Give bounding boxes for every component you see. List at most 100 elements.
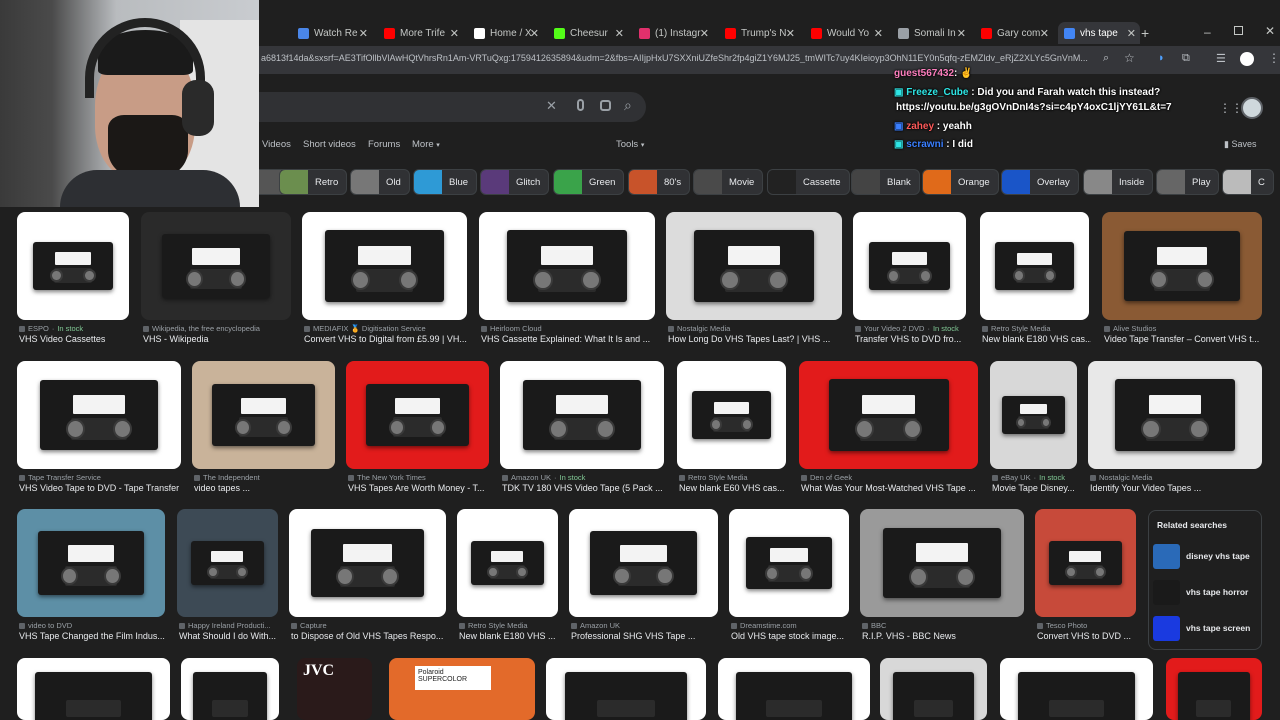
url-input[interactable]: a6813f14da&sxsrf=AE3TifOllbVlAwHQtVhrsRn… bbox=[261, 53, 1101, 63]
image-result[interactable]: JVC bbox=[297, 658, 372, 720]
profile-avatar[interactable] bbox=[1240, 52, 1254, 66]
close-tab-icon[interactable]: ✕ bbox=[359, 27, 368, 40]
result-title[interactable]: New blank E180 VHS cas... bbox=[982, 334, 1091, 344]
account-avatar[interactable] bbox=[1241, 97, 1263, 119]
tab-4[interactable]: (1) Instagr ✕ bbox=[633, 22, 713, 44]
image-result[interactable]: The New York Times VHS Tapes Are Worth Mo… bbox=[346, 361, 489, 505]
result-thumbnail[interactable] bbox=[666, 212, 842, 320]
result-thumbnail[interactable] bbox=[860, 509, 1024, 617]
browser-menu-icon[interactable]: ⋮ bbox=[1268, 51, 1280, 65]
result-title[interactable]: Convert VHS to DVD ... bbox=[1037, 631, 1138, 641]
result-thumbnail[interactable] bbox=[479, 212, 655, 320]
filter-chip-orange[interactable]: Orange bbox=[922, 169, 999, 195]
close-tab-icon[interactable]: ✕ bbox=[450, 27, 459, 40]
image-result[interactable]: Dreamstime.com Old VHS tape stock image..… bbox=[729, 509, 849, 653]
extension-icon[interactable]: ◗ bbox=[1158, 52, 1165, 64]
minimize-button[interactable]: – bbox=[1204, 25, 1211, 39]
clear-search-icon[interactable]: ✕ bbox=[546, 98, 557, 114]
result-title[interactable]: to Dispose of Old VHS Tapes Respo... bbox=[291, 631, 448, 641]
result-title[interactable]: Old VHS tape stock image... bbox=[731, 631, 851, 641]
tab-forums[interactable]: Forums bbox=[368, 139, 400, 150]
result-thumbnail[interactable] bbox=[17, 212, 129, 320]
result-thumbnail[interactable] bbox=[1035, 509, 1136, 617]
tab-7[interactable]: Somali In ✕ bbox=[892, 22, 970, 44]
image-result[interactable]: Nostalgic Media Identify Your Video Tapes… bbox=[1088, 361, 1262, 505]
tools-button[interactable]: Tools ▾ bbox=[616, 139, 644, 150]
image-result[interactable]: MEDIAFIX 🏅 Digitisation Service Convert V… bbox=[302, 212, 467, 356]
result-title[interactable]: Professional SHG VHS Tape ... bbox=[571, 631, 720, 641]
tab-9[interactable]: vhs tape ✕ bbox=[1058, 22, 1140, 44]
result-title[interactable]: Convert VHS to Digital from £5.99 | VH..… bbox=[304, 334, 469, 344]
tab-6[interactable]: Would Yo ✕ bbox=[805, 22, 887, 44]
lens-search-icon[interactable] bbox=[600, 100, 611, 111]
chat-link[interactable]: https://youtu.be/g3gOVnDnI4s?si=c4pY4oxC… bbox=[896, 102, 1172, 113]
result-title[interactable]: VHS Tape Changed the Film Indus... bbox=[19, 631, 167, 641]
extensions-puzzle-icon[interactable]: ⧉ bbox=[1182, 52, 1190, 65]
result-thumbnail[interactable] bbox=[500, 361, 664, 469]
result-thumbnail[interactable] bbox=[677, 361, 786, 469]
close-tab-icon[interactable]: ✕ bbox=[874, 27, 883, 40]
image-result[interactable] bbox=[17, 658, 170, 720]
image-result[interactable]: Amazon UK Professional SHG VHS Tape ... bbox=[569, 509, 718, 653]
related-search-item[interactable]: vhs tape screen bbox=[1153, 614, 1250, 642]
result-title[interactable]: VHS Tapes Are Worth Money - T... bbox=[348, 483, 491, 493]
close-tab-icon[interactable]: ✕ bbox=[1040, 27, 1049, 40]
filter-chip-c[interactable]: C bbox=[1222, 169, 1274, 195]
image-result[interactable]: Polaroid SUPERCOLOR bbox=[389, 658, 535, 720]
filter-chip-inside[interactable]: Inside bbox=[1083, 169, 1154, 195]
result-thumbnail[interactable] bbox=[1088, 361, 1262, 469]
close-tab-icon[interactable]: ✕ bbox=[615, 27, 624, 40]
image-result[interactable]: eBay UK · In stock Movie Tape Disney... bbox=[990, 361, 1077, 505]
result-thumbnail[interactable] bbox=[729, 509, 849, 617]
search-icon[interactable]: ⌕ bbox=[624, 97, 632, 114]
result-thumbnail[interactable] bbox=[980, 212, 1089, 320]
related-search-item[interactable]: disney vhs tape bbox=[1153, 542, 1250, 570]
result-title[interactable]: VHS Cassette Explained: What It Is and .… bbox=[481, 334, 657, 344]
result-title[interactable]: New blank E60 VHS cas... bbox=[679, 483, 788, 493]
result-thumbnail[interactable] bbox=[990, 361, 1077, 469]
tab-2[interactable]: Home / X ✕ bbox=[468, 22, 543, 44]
image-result[interactable] bbox=[181, 658, 279, 720]
image-result[interactable]: Your Video 2 DVD · In stock Transfer VHS to… bbox=[853, 212, 966, 356]
bookmark-star-icon[interactable]: ☆ bbox=[1124, 51, 1135, 65]
saves-button[interactable]: ▮ Saves bbox=[1224, 139, 1256, 150]
result-title[interactable]: video tapes ... bbox=[194, 483, 337, 493]
result-title[interactable]: Identify Your Video Tapes ... bbox=[1090, 483, 1264, 493]
filter-chip-play[interactable]: Play bbox=[1156, 169, 1220, 195]
filter-chip-80s[interactable]: 80's bbox=[628, 169, 691, 195]
image-result[interactable]: Heirloom Cloud VHS Cassette Explained: Wh… bbox=[479, 212, 655, 356]
image-result[interactable]: Alive Studios Video Tape Transfer – Conve… bbox=[1102, 212, 1262, 356]
image-result[interactable]: BBC R.I.P. VHS - BBC News bbox=[860, 509, 1024, 653]
related-search-item[interactable]: vhs tape horror bbox=[1153, 578, 1248, 606]
image-result[interactable]: Amazon UK · In stock TDK TV 180 VHS Video T… bbox=[500, 361, 664, 505]
image-result[interactable]: Wikipedia, the free encyclopedia VHS - Wi… bbox=[141, 212, 291, 356]
tab-0[interactable]: Watch Re ✕ bbox=[292, 22, 372, 44]
close-tab-icon[interactable]: ✕ bbox=[786, 27, 795, 40]
result-thumbnail[interactable] bbox=[569, 509, 718, 617]
filter-chip-movie[interactable]: Movie bbox=[693, 169, 764, 195]
result-thumbnail[interactable] bbox=[799, 361, 978, 469]
result-thumbnail[interactable] bbox=[141, 212, 291, 320]
filter-chip-blank[interactable]: Blank bbox=[851, 169, 920, 195]
result-thumbnail[interactable] bbox=[17, 509, 165, 617]
result-title[interactable]: Transfer VHS to DVD fro... bbox=[855, 334, 968, 344]
image-result[interactable]: The Independent video tapes ... bbox=[192, 361, 335, 505]
result-title[interactable]: VHS - Wikipedia bbox=[143, 334, 293, 344]
voice-search-icon[interactable] bbox=[577, 99, 584, 111]
filter-chip-retro[interactable]: Retro bbox=[279, 169, 348, 195]
maximize-button[interactable] bbox=[1234, 26, 1243, 35]
result-thumbnail[interactable] bbox=[17, 361, 181, 469]
filter-chip-old[interactable]: Old bbox=[350, 169, 410, 195]
image-result[interactable]: Nostalgic Media How Long Do VHS Tapes Las… bbox=[666, 212, 842, 356]
result-thumbnail[interactable] bbox=[853, 212, 966, 320]
image-result[interactable] bbox=[546, 658, 706, 720]
result-title[interactable]: R.I.P. VHS - BBC News bbox=[862, 631, 1026, 641]
filter-chip-glitch[interactable]: Glitch bbox=[480, 169, 550, 195]
image-result[interactable] bbox=[880, 658, 987, 720]
tab-1[interactable]: More Trife ✕ bbox=[378, 22, 463, 44]
result-thumbnail[interactable] bbox=[346, 361, 489, 469]
tab-8[interactable]: Gary com ✕ bbox=[975, 22, 1053, 44]
result-title[interactable]: TDK TV 180 VHS Video Tape (5 Pack ... bbox=[502, 483, 666, 493]
image-result[interactable] bbox=[718, 658, 870, 720]
zoom-icon[interactable]: ⌕ bbox=[1103, 52, 1109, 65]
